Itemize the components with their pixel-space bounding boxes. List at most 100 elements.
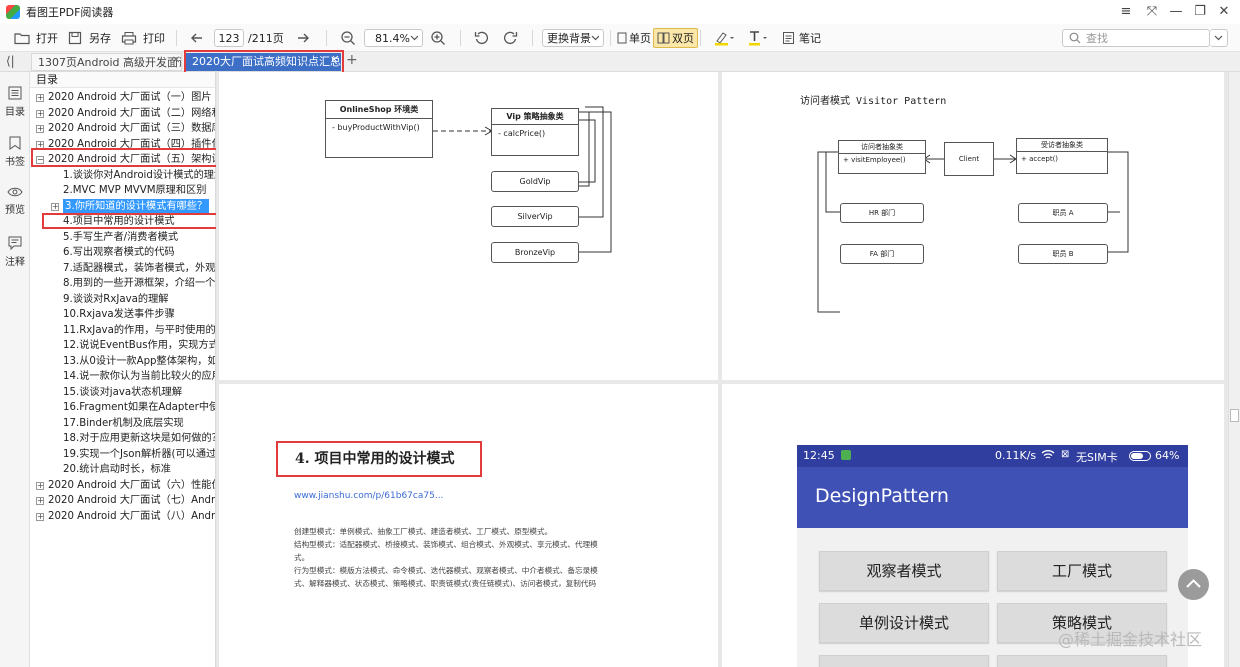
phone-battery: 64% — [1155, 449, 1180, 462]
paragraph: 结构型模式：适配器模式、桥接模式、装饰模式、组合模式、外观模式、享元模式、代理模 — [294, 540, 598, 549]
toc-expand-icon[interactable]: + — [36, 94, 44, 102]
toc-chapter[interactable]: 2020 Android 大厂面试（六）性能优化 — [48, 478, 215, 494]
toc-subitem[interactable]: 5.手写生产者/消费者模式 — [63, 230, 178, 246]
section-body: 创建型模式：单例模式、抽象工厂模式、建造者模式、工厂模式、原型模式。 结构型模式… — [294, 525, 654, 590]
zoom-out-icon — [341, 31, 355, 45]
page-top-left: OnlineShop 环境类 - buyProductWithVip() Vip… — [219, 72, 718, 380]
rail-preview-button[interactable]: 预览 — [0, 186, 30, 216]
minimize-button[interactable]: — — [1166, 3, 1186, 21]
toc-expand-icon[interactable]: + — [36, 481, 44, 490]
vertical-scrollbar[interactable] — [1228, 72, 1240, 667]
uml-method: - calcPrice() — [498, 129, 546, 138]
zoom-select[interactable]: 81.4% — [364, 29, 423, 47]
notes-label: 笔记 — [799, 32, 821, 45]
tab-close-icon[interactable]: ✕ — [172, 55, 180, 66]
toc-item-highlight-box — [42, 213, 224, 229]
toc-expand-icon[interactable]: + — [51, 202, 59, 211]
scroll-top-button[interactable] — [1178, 569, 1209, 600]
paragraph: 行为型模式：模版方法模式、命令模式、迭代器模式、观察者模式、中介者模式、备忘录模 — [294, 566, 598, 575]
toc-chapter[interactable]: 2020 Android 大厂面试（一）图片 含 解析 — [48, 90, 215, 106]
document-viewer[interactable]: OnlineShop 环境类 - buyProductWithVip() Vip… — [216, 72, 1228, 667]
double-page-icon — [657, 32, 670, 44]
chevron-down-icon — [1214, 35, 1223, 41]
page-bottom-right: 12:45 0.11K/s ⊠ 无SIM卡 64% DesignPattern … — [722, 384, 1224, 667]
shrink-icon[interactable]: ⤧ — [1142, 3, 1162, 21]
print-button[interactable]: 打印 — [121, 28, 165, 48]
toc-subitem[interactable]: 20.统计启动时长，标准 — [63, 462, 171, 478]
double-page-button[interactable]: 双页 — [653, 28, 698, 48]
phone-button-partial — [997, 655, 1167, 667]
toc-subitem[interactable]: 9.谈谈对RxJava的理解 — [63, 292, 168, 308]
reference-link[interactable]: www.jianshu.com/p/61b67ca75... — [294, 491, 443, 501]
toc-chapter[interactable]: 2020 Android 大厂面试（七）Android — [48, 493, 215, 509]
notification-icon — [841, 450, 851, 460]
watermark: @稀土掘金技术社区 — [1058, 630, 1203, 649]
toc-subitem[interactable]: 18.对于应用更新这块是如何做的？(解 — [63, 431, 215, 447]
toc-expand-icon[interactable]: + — [36, 125, 44, 133]
zoom-in-button[interactable] — [430, 28, 446, 48]
text-color-button[interactable] — [748, 28, 768, 48]
observer-pattern-button: 观察者模式 — [819, 551, 989, 591]
page-number-input[interactable]: 123 — [214, 29, 244, 47]
toc-subitem[interactable]: 17.Binder机制及底层实现 — [63, 416, 184, 432]
open-button[interactable]: 打开 — [14, 28, 58, 48]
highlight-button[interactable] — [714, 28, 734, 48]
phone-app-bar: DesignPattern — [797, 467, 1188, 528]
search-input[interactable]: 查找 — [1062, 29, 1210, 47]
background-select[interactable]: 更换背景 — [542, 29, 604, 47]
toc-expand-icon[interactable]: + — [36, 109, 44, 118]
saveas-label: 另存 — [89, 32, 111, 45]
rotate-right-icon — [504, 31, 518, 45]
rail-annotation-button[interactable]: 注释 — [0, 236, 30, 268]
toc-subitem[interactable]: 11.RxJava的作用，与平时使用的异步 — [63, 323, 215, 339]
saveas-button[interactable]: 另存 — [68, 28, 111, 48]
new-tab-icon[interactable]: + — [346, 52, 358, 68]
toc-subitem[interactable]: 15.谈谈对java状态机理解 — [63, 385, 182, 401]
close-button[interactable]: ✕ — [1214, 3, 1234, 21]
wifi-icon — [1041, 448, 1055, 463]
collapse-sidebar-icon[interactable]: ⟨| — [6, 54, 15, 68]
uml-vip: Vip 策略抽象类 - calcPrice() — [491, 108, 579, 156]
uml-class-name: 访问者抽象类 — [839, 141, 925, 154]
search-options-button[interactable] — [1210, 29, 1228, 47]
toc-expand-icon[interactable]: + — [36, 512, 44, 521]
single-page-button[interactable]: 单页 — [617, 28, 651, 48]
paragraph: 式。 — [294, 553, 310, 562]
title-bar: 看图王PDF阅读器 ≡ ⤧ — ❐ ✕ — [0, 0, 1240, 24]
phone-sim: 无SIM卡 — [1076, 451, 1118, 464]
toc-subitem[interactable]: 19.实现一个Json解析器(可以通过正则 — [63, 447, 215, 463]
toc-subitem[interactable]: 14.说一款你认为当前比较火的应用并 — [63, 369, 215, 385]
toc-subitem[interactable]: 13.从0设计一款App整体架构，如何去 — [63, 354, 215, 370]
toc-subitem[interactable]: 6.写出观察者模式的代码 — [63, 245, 175, 261]
rail-bookmark-button[interactable]: 书签 — [0, 136, 30, 168]
toc-subitem[interactable]: 16.Fragment如果在Adapter中使用应 — [63, 400, 215, 416]
next-page-button[interactable] — [296, 28, 310, 48]
notes-button[interactable]: 笔记 — [782, 28, 821, 48]
rail-annotation-label: 注释 — [5, 257, 25, 268]
chevron-down-icon — [591, 35, 599, 41]
uml-class-name: OnlineShop 环境类 — [326, 101, 432, 119]
tab-document-1[interactable]: 1307页Android 高级开发面试题 — [31, 53, 182, 71]
toc-subitem[interactable]: 10.Rxjava发送事件步骤 — [63, 307, 175, 323]
toc-chapter[interactable]: 2020 Android 大厂面试（二）网络和安全 — [48, 106, 215, 122]
toc-chapter[interactable]: 2020 Android 大厂面试（三）数据库 含 — [48, 121, 215, 137]
scrollbar-thumb[interactable] — [1230, 409, 1239, 422]
toc-expand-icon[interactable]: + — [36, 497, 44, 505]
toc-subitem[interactable]: 1.谈谈你对Android设计模式的理解 — [63, 168, 215, 184]
chevron-up-icon — [1186, 579, 1201, 588]
restore-button[interactable]: ❐ — [1190, 3, 1210, 21]
rotate-right-button[interactable] — [502, 28, 518, 48]
toc-subitem[interactable]: 8.用到的一些开源框架，介绍一个看过 — [63, 276, 215, 292]
zoom-out-button[interactable] — [340, 28, 356, 48]
page-top-right: 访问者模式 Visitor Pattern 访问者抽象类 + visitEmpl… — [722, 72, 1224, 380]
toc-subitem[interactable]: 12.说说EventBus作用，实现方式，代 — [63, 338, 215, 354]
paragraph: 式、解释器模式、状态模式、策略模式、职责链模式(责任链模式)、访问者模式，复制代… — [294, 579, 597, 588]
prev-page-button[interactable] — [190, 28, 204, 48]
rail-toc-button[interactable]: 目录 — [0, 86, 30, 118]
toc-subitem[interactable]: 2.MVC MVP MVVM原理和区别 — [63, 183, 206, 199]
menu-icon[interactable]: ≡ — [1116, 3, 1136, 21]
rotate-left-button[interactable] — [474, 28, 490, 48]
toc-chapter[interactable]: 2020 Android 大厂面试（八）Android — [48, 509, 215, 525]
toc-subitem[interactable]: 7.适配器模式，装饰者模式，外观模式 — [63, 261, 215, 277]
toc-subitem[interactable]: 3.你所知道的设计模式有哪些？ — [63, 198, 210, 214]
